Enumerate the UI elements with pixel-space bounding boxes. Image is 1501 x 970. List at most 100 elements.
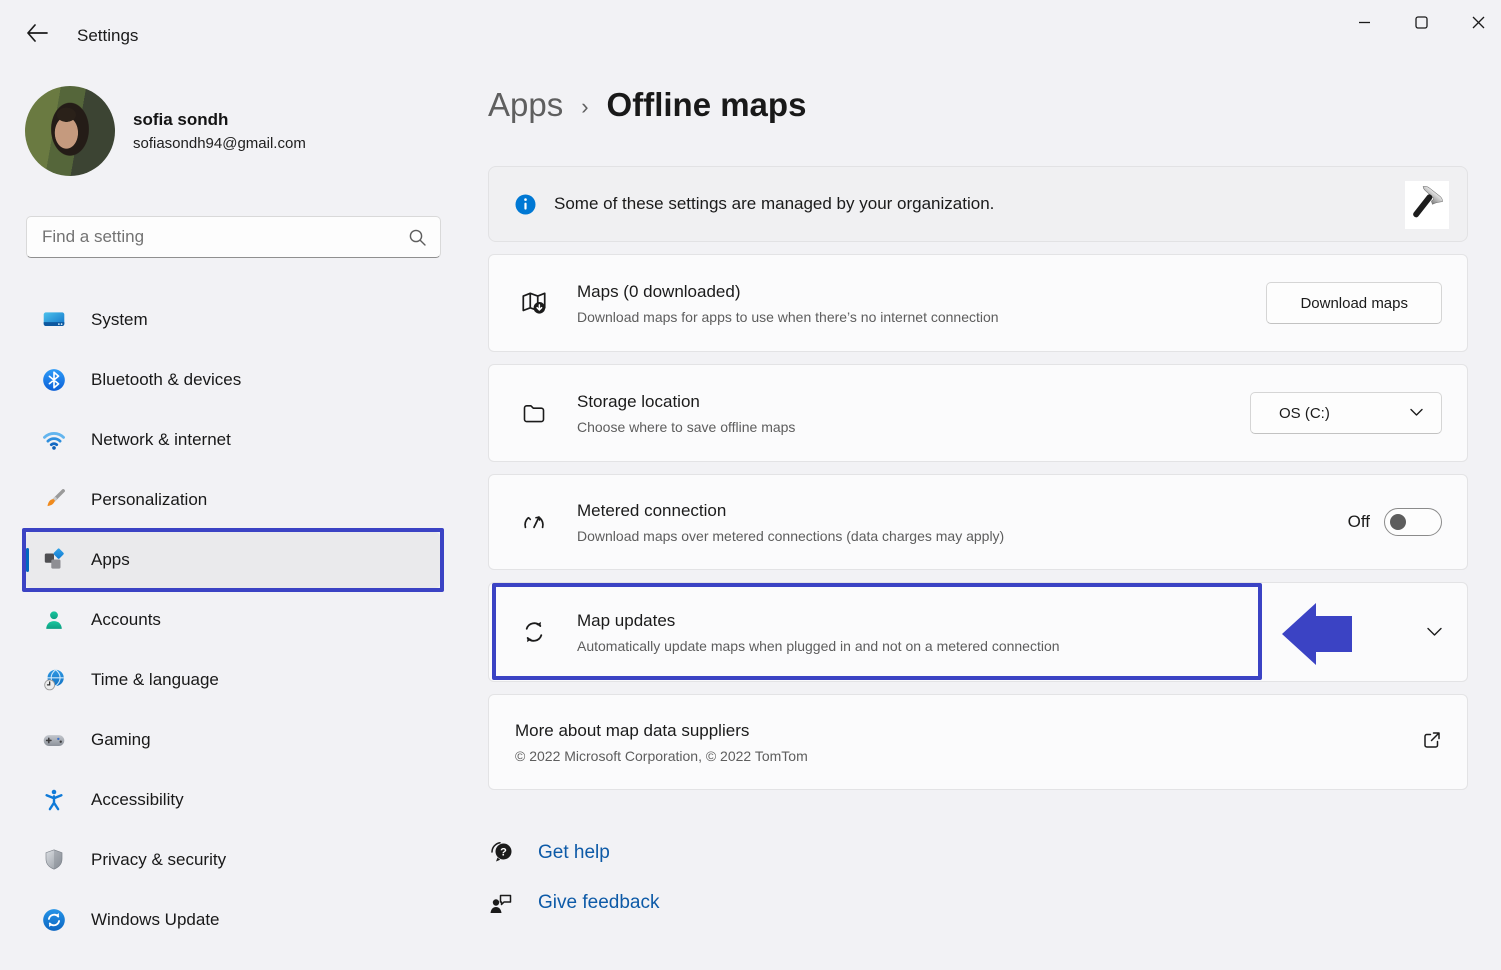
sidebar: sofia sondh sofiasondh94@gmail.com Syste…	[0, 56, 465, 970]
accessibility-icon	[40, 786, 68, 814]
search-box[interactable]	[26, 216, 441, 258]
sidebar-item-windows-update[interactable]: Windows Update	[26, 892, 440, 948]
map-data-suppliers-card[interactable]: More about map data suppliers © 2022 Mic…	[488, 694, 1468, 790]
sidebar-item-label: Apps	[91, 550, 130, 570]
metered-subtitle: Download maps over metered connections (…	[577, 528, 1004, 544]
sidebar-item-label: Bluetooth & devices	[91, 370, 241, 390]
breadcrumb-separator-icon: ›	[581, 94, 588, 120]
svg-text:?: ?	[500, 847, 507, 859]
sync-icon	[519, 617, 549, 647]
gaming-icon	[40, 726, 68, 754]
maps-title: Maps (0 downloaded)	[577, 282, 999, 302]
toggle-state-label: Off	[1348, 512, 1370, 532]
maximize-icon	[1415, 16, 1428, 29]
get-help-row: ? Get help	[488, 836, 888, 870]
sidebar-item-accessibility[interactable]: Accessibility	[26, 772, 440, 828]
sidebar-item-label: Accessibility	[91, 790, 184, 810]
sidebar-item-personalization[interactable]: Personalization	[26, 472, 440, 528]
folder-icon	[519, 398, 549, 428]
sidebar-item-label: Gaming	[91, 730, 151, 750]
annotation-highlight-apps	[22, 528, 444, 592]
selected-indicator	[26, 548, 29, 572]
system-icon	[40, 306, 68, 334]
apps-icon	[40, 546, 68, 574]
search-input[interactable]	[27, 227, 409, 247]
managed-settings-banner: Some of these settings are managed by yo…	[488, 166, 1468, 242]
metered-connection-card: Metered connection Download maps over me…	[488, 474, 1468, 570]
close-icon	[1472, 16, 1485, 29]
chevron-down-icon	[1410, 404, 1423, 422]
window-controls	[1341, 0, 1501, 44]
sidebar-item-privacy[interactable]: Privacy & security	[26, 832, 440, 888]
storage-title: Storage location	[577, 392, 795, 412]
breadcrumb-apps[interactable]: Apps	[488, 86, 563, 124]
settings-window: Settings sofia sondh sofiasondh94@gmail.…	[0, 0, 1501, 970]
map-updates-card[interactable]: Map updates Automatically update maps wh…	[488, 582, 1468, 682]
avatar	[25, 86, 115, 176]
sidebar-item-network[interactable]: Network & internet	[26, 412, 440, 468]
meter-icon	[519, 507, 549, 537]
maps-card: Maps (0 downloaded) Download maps for ap…	[488, 254, 1468, 352]
sidebar-item-accounts[interactable]: Accounts	[26, 592, 440, 648]
sidebar-item-bluetooth[interactable]: Bluetooth & devices	[26, 352, 440, 408]
close-button[interactable]	[1455, 0, 1501, 44]
annotation-arrow-icon	[1282, 601, 1352, 672]
bluetooth-icon	[40, 366, 68, 394]
hammer-icon	[1405, 181, 1449, 229]
search-icon	[409, 229, 426, 246]
settings-cards: Maps (0 downloaded) Download maps for ap…	[488, 254, 1468, 802]
map-download-icon	[519, 288, 549, 318]
back-button[interactable]	[18, 17, 56, 51]
sidebar-item-time-language[interactable]: Time & language	[26, 652, 440, 708]
sidebar-item-label: System	[91, 310, 148, 330]
download-maps-button[interactable]: Download maps	[1266, 282, 1442, 324]
user-profile[interactable]: sofia sondh sofiasondh94@gmail.com	[25, 86, 306, 176]
titlebar: Settings	[0, 0, 1501, 56]
privacy-icon	[40, 846, 68, 874]
storage-drive-dropdown[interactable]: OS (C:)	[1250, 392, 1442, 434]
breadcrumb: Apps › Offline maps	[488, 86, 806, 124]
user-name: sofia sondh	[133, 110, 306, 130]
accounts-icon	[40, 606, 68, 634]
sidebar-item-label: Time & language	[91, 670, 219, 690]
suppliers-copyright: © 2022 Microsoft Corporation, © 2022 Tom…	[515, 748, 808, 764]
sidebar-item-label: Network & internet	[91, 430, 231, 450]
sidebar-item-label: Personalization	[91, 490, 207, 510]
sidebar-item-system[interactable]: System	[26, 292, 440, 348]
get-help-link[interactable]: Get help	[538, 842, 610, 864]
feedback-icon	[488, 889, 516, 917]
give-feedback-row: Give feedback	[488, 886, 888, 920]
sidebar-nav: System Bluetooth & devices Network & int…	[26, 292, 440, 952]
windows-update-icon	[40, 906, 68, 934]
sidebar-item-apps[interactable]: Apps	[26, 532, 440, 588]
chevron-down-icon	[1427, 625, 1442, 640]
sidebar-item-label: Windows Update	[91, 910, 220, 930]
app-title: Settings	[77, 26, 138, 46]
map-updates-title: Map updates	[577, 611, 1060, 631]
minimize-button[interactable]	[1341, 0, 1387, 44]
personalization-icon	[40, 486, 68, 514]
external-link-icon[interactable]	[1422, 730, 1442, 755]
map-updates-expander[interactable]	[1427, 625, 1442, 640]
sidebar-item-gaming[interactable]: Gaming	[26, 712, 440, 768]
metered-title: Metered connection	[577, 501, 1004, 521]
maps-subtitle: Download maps for apps to use when there…	[577, 309, 999, 325]
storage-subtitle: Choose where to save offline maps	[577, 419, 795, 435]
main-content: Apps › Offline maps Some of these settin…	[488, 56, 1468, 970]
sidebar-item-label: Privacy & security	[91, 850, 226, 870]
maximize-button[interactable]	[1398, 0, 1444, 44]
network-icon	[40, 426, 68, 454]
minimize-icon	[1358, 16, 1371, 29]
info-icon	[515, 194, 536, 215]
toggle-knob	[1390, 514, 1406, 530]
give-feedback-link[interactable]: Give feedback	[538, 892, 659, 914]
back-arrow-icon	[26, 24, 48, 45]
storage-drive-value: OS (C:)	[1279, 405, 1330, 422]
page-title: Offline maps	[607, 86, 807, 124]
map-updates-subtitle: Automatically update maps when plugged i…	[577, 638, 1060, 654]
user-email: sofiasondh94@gmail.com	[133, 135, 306, 152]
footer-links: ? Get help Give feedback	[488, 836, 888, 936]
time-language-icon	[40, 666, 68, 694]
suppliers-title: More about map data suppliers	[515, 721, 808, 741]
metered-toggle[interactable]	[1384, 508, 1442, 536]
